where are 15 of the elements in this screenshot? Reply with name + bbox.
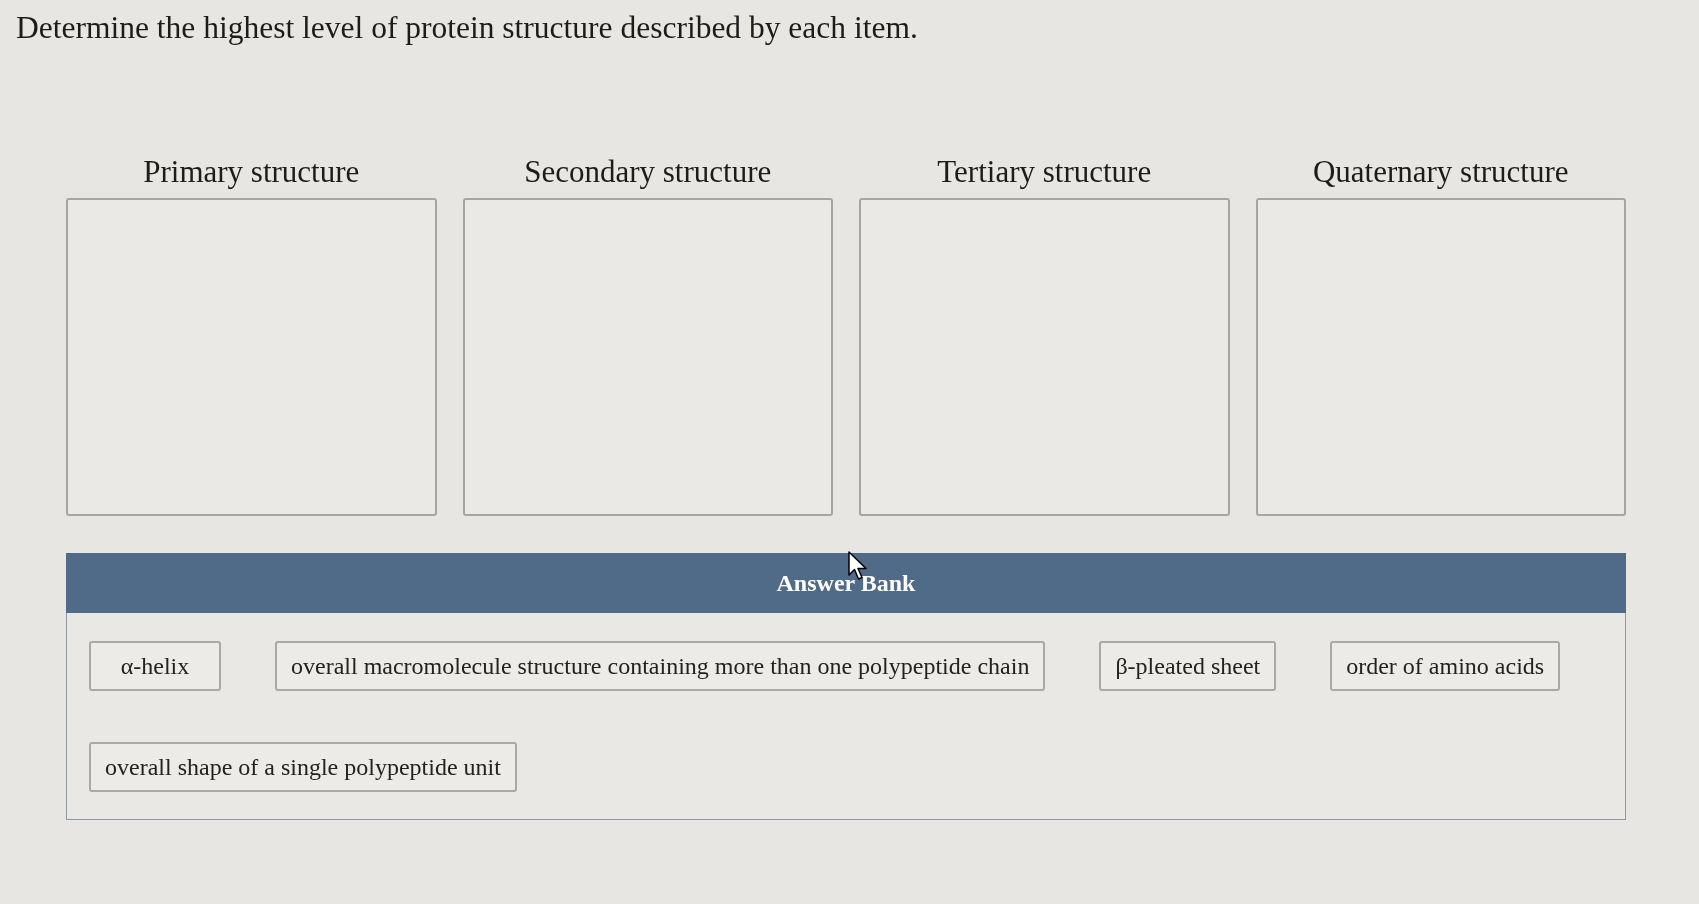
category-heading: Tertiary structure bbox=[937, 154, 1152, 190]
category-heading: Primary structure bbox=[143, 154, 360, 190]
drop-zone[interactable] bbox=[859, 198, 1230, 516]
drop-zone[interactable] bbox=[462, 198, 833, 516]
instructions-text: Determine the highest level of protein structure described by each item. bbox=[16, 9, 918, 47]
answer-chip[interactable]: α-helix bbox=[89, 641, 221, 691]
category-heading: Quaternary structure bbox=[1312, 154, 1569, 190]
answer-chip[interactable]: overall shape of a single polypeptide unit bbox=[89, 742, 517, 792]
answer-chip[interactable]: order of amino acids bbox=[1330, 641, 1561, 691]
answer-chip[interactable]: overall macromolecule structure containing more than one polypeptide chain bbox=[275, 641, 1046, 691]
answer-chip[interactable]: β-pleated sheet bbox=[1099, 641, 1277, 691]
answer-bank-title: Answer Bank bbox=[776, 569, 916, 598]
drop-zone[interactable] bbox=[1255, 198, 1626, 516]
category-heading: Secondary structure bbox=[524, 154, 772, 190]
drop-zone[interactable] bbox=[66, 198, 437, 516]
